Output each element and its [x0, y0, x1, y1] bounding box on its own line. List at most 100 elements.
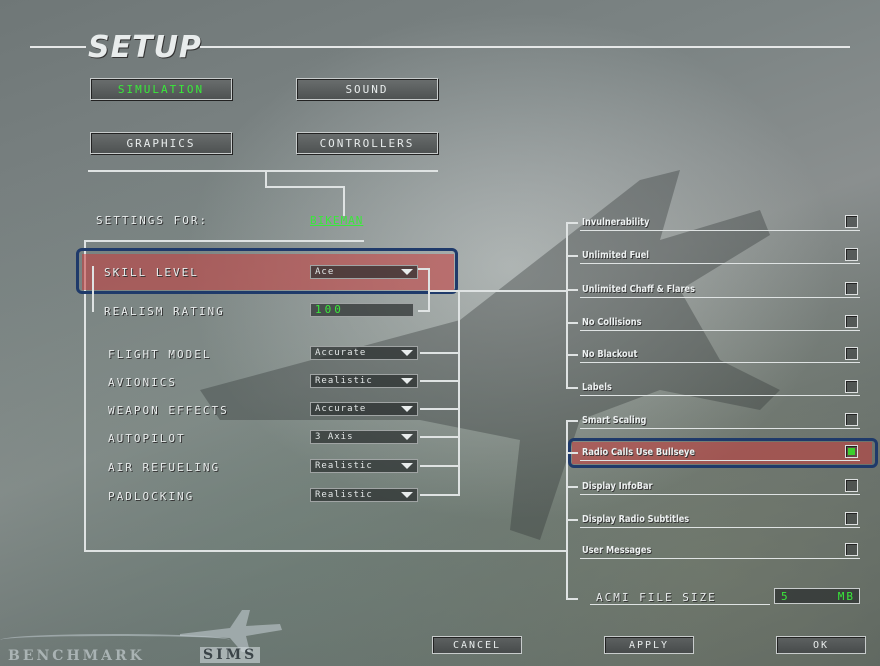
- radio-bullseye-checkbox[interactable]: [845, 445, 858, 458]
- param-connector-4: [420, 436, 460, 438]
- opt-underline-7: [580, 460, 860, 461]
- option-label-smart-scaling: Smart Scaling: [582, 415, 647, 426]
- cancel-button[interactable]: Cancel: [432, 636, 522, 654]
- opt-underline-3: [580, 330, 860, 331]
- avionics-dropdown[interactable]: Realistic: [310, 374, 418, 388]
- title-rule-left: [30, 46, 86, 48]
- param-connector-5: [420, 465, 460, 467]
- option-label-labels: Labels: [582, 382, 612, 393]
- opt-tick-2: [566, 289, 578, 291]
- user-messages-checkbox[interactable]: [845, 543, 858, 556]
- chevron-down-icon: [401, 269, 413, 275]
- apply-button[interactable]: Apply: [604, 636, 694, 654]
- opt-underline-5: [580, 395, 860, 396]
- flight-model-dropdown[interactable]: Accurate: [310, 346, 418, 360]
- avionics-label: Avionics: [108, 376, 177, 389]
- acmi-underline: [590, 604, 770, 605]
- smart-scaling-checkbox[interactable]: [845, 413, 858, 426]
- option-label-radio-subtitles: Display Radio Subtitles: [582, 514, 690, 525]
- radio-subtitles-checkbox[interactable]: [845, 512, 858, 525]
- tab-sound[interactable]: Sound: [296, 78, 438, 100]
- acmi-file-size-value: 5: [781, 590, 790, 603]
- tab-simulation[interactable]: Simulation: [90, 78, 232, 100]
- left-frame-top: [84, 240, 364, 242]
- invulnerability-checkbox[interactable]: [845, 215, 858, 228]
- tab-graphics[interactable]: Graphics: [90, 132, 232, 154]
- skill-level-dropdown[interactable]: Ace: [310, 265, 418, 279]
- skill-bracket-left: [92, 266, 94, 312]
- benchmark-sims-logo: BENCHMARK SIMS: [0, 606, 300, 664]
- opt-underline-6: [580, 428, 860, 429]
- page-title: SETUP: [88, 30, 202, 65]
- air-refueling-dropdown[interactable]: Realistic: [310, 459, 418, 473]
- opt-tick-5: [566, 387, 578, 389]
- unlimited-chaff-checkbox[interactable]: [845, 282, 858, 295]
- param-connector-v: [458, 290, 460, 496]
- flight-model-value: Accurate: [315, 348, 367, 358]
- no-blackout-checkbox[interactable]: [845, 347, 858, 360]
- logo-text-sims: SIMS: [200, 647, 261, 663]
- tab-connector-v2: [343, 186, 345, 216]
- tab-connector-h: [265, 186, 345, 188]
- realism-bracket: [418, 310, 430, 312]
- air-refueling-value: Realistic: [315, 461, 373, 471]
- weapon-effects-dropdown[interactable]: Accurate: [310, 402, 418, 416]
- avionics-value: Realistic: [315, 376, 373, 386]
- opt-underline-4: [580, 362, 860, 363]
- tab-divider: [88, 170, 438, 172]
- autopilot-dropdown[interactable]: 3 Axis: [310, 430, 418, 444]
- chevron-down-icon: [401, 350, 413, 356]
- option-label-unlimited-chaff: Unlimited Chaff & Flares: [582, 284, 696, 295]
- acmi-file-size-field[interactable]: 5 MB: [774, 588, 860, 604]
- param-connector-6: [420, 494, 460, 496]
- opt-underline-2: [580, 297, 860, 298]
- logo-text-benchmark: BENCHMARK: [8, 648, 145, 664]
- weapon-effects-value: Accurate: [315, 404, 367, 414]
- option-label-display-infobar: Display InfoBar: [582, 481, 653, 492]
- option-label-no-blackout: No Blackout: [582, 349, 638, 360]
- skill-level-label: Skill Level: [104, 266, 199, 279]
- air-refueling-label: Air Refueling: [108, 461, 221, 474]
- no-collisions-checkbox[interactable]: [845, 315, 858, 328]
- opt-underline-8: [580, 494, 860, 495]
- realism-rating-label: Realism Rating: [104, 305, 225, 318]
- opt-tick-7: [566, 452, 578, 454]
- acmi-tick: [566, 598, 578, 600]
- skill-level-value: Ace: [315, 267, 335, 277]
- param-connector-2: [420, 380, 460, 382]
- chevron-down-icon: [401, 492, 413, 498]
- pilot-name-link[interactable]: Bikeman: [310, 214, 363, 227]
- param-connector-3: [420, 408, 460, 410]
- opt-tick-9: [566, 519, 578, 521]
- realism-rating-value: 100: [315, 303, 344, 316]
- display-infobar-checkbox[interactable]: [845, 479, 858, 492]
- chevron-down-icon: [401, 463, 413, 469]
- opt-tick-8: [566, 486, 578, 488]
- option-label-unlimited-fuel: Unlimited Fuel: [582, 250, 650, 261]
- chevron-down-icon: [401, 378, 413, 384]
- ok-button[interactable]: OK: [776, 636, 866, 654]
- param-connector-1: [420, 352, 460, 354]
- chevron-down-icon: [401, 406, 413, 412]
- unlimited-fuel-checkbox[interactable]: [845, 248, 858, 261]
- opt-tick-6: [566, 420, 578, 422]
- realism-rating-field: 100: [310, 303, 414, 317]
- opt-tick-4: [566, 354, 578, 356]
- opt-underline-9: [580, 527, 860, 528]
- skill-bracket-right-h: [418, 268, 430, 270]
- option-label-no-collisions: No Collisions: [582, 317, 642, 328]
- logo-swoosh: [0, 634, 230, 646]
- labels-checkbox[interactable]: [845, 380, 858, 393]
- opt-underline-1: [580, 263, 860, 264]
- tab-controllers[interactable]: Controllers: [296, 132, 438, 154]
- weapon-effects-label: Weapon Effects: [108, 404, 229, 417]
- option-label-radio-bullseye: Radio Calls Use Bullseye: [582, 447, 695, 458]
- padlocking-label: Padlocking: [108, 490, 195, 503]
- opt-tick-1: [566, 255, 578, 257]
- left-frame-bottom: [84, 550, 566, 552]
- autopilot-label: Autopilot: [108, 432, 186, 445]
- jet-background-image: [200, 170, 780, 540]
- opt-underline-10: [580, 558, 860, 559]
- padlocking-dropdown[interactable]: Realistic: [310, 488, 418, 502]
- opt-tick-3: [566, 322, 578, 324]
